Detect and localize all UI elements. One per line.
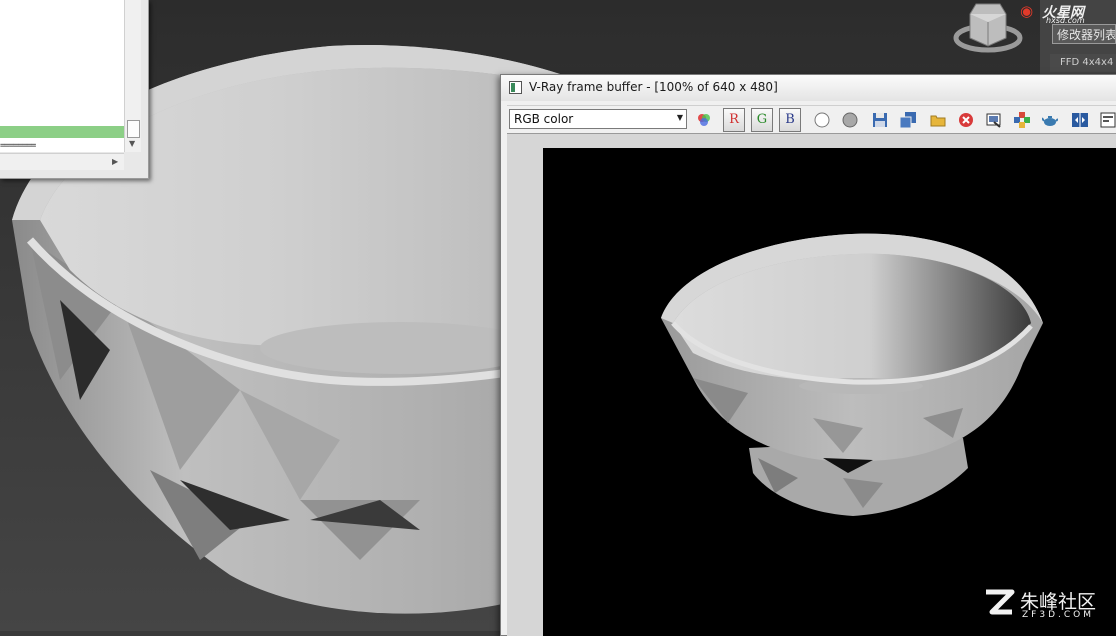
zf3d-url: ZF3D.COM <box>1022 610 1094 620</box>
load-image-icon[interactable] <box>927 109 949 131</box>
modifier-list-dropdown[interactable]: 修改器列表 <box>1052 24 1116 44</box>
script-listener-window: ======== ▼ ▶ <box>0 0 149 179</box>
scrollbar-thumb[interactable] <box>127 120 140 138</box>
channel-select[interactable]: RGB color ▼ <box>509 109 687 129</box>
vfb-title: V-Ray frame buffer - [100% of 640 x 480] <box>529 80 778 94</box>
listener-highlight-line <box>0 126 124 138</box>
viewcube-icon[interactable] <box>950 0 1026 60</box>
green-channel-button[interactable]: G <box>751 108 773 132</box>
vertical-scrollbar[interactable]: ▼ <box>124 0 141 152</box>
red-channel-button[interactable]: R <box>723 108 745 132</box>
rendered-image[interactable] <box>543 148 1116 636</box>
white-circle-icon[interactable] <box>811 109 833 131</box>
vfb-window-icon <box>509 81 522 94</box>
scroll-right-arrow-icon[interactable]: ▶ <box>112 157 118 166</box>
teapot-render-icon[interactable] <box>1039 109 1061 131</box>
track-mouse-icon[interactable] <box>1011 109 1033 131</box>
info-icon[interactable] <box>1097 109 1116 131</box>
horizontal-scrollbar[interactable]: ▶ <box>0 153 124 170</box>
clear-image-icon[interactable] <box>955 109 977 131</box>
hxsd-watermark: ◉ 火星网 hxsd.com <box>1016 0 1116 26</box>
chevron-down-icon: ▼ <box>676 113 683 122</box>
vfb-toolbar: RGB color ▼ R G B <box>507 105 1116 132</box>
zf3d-watermark: 朱峰社区 ZF3D.COM <box>980 584 1110 624</box>
save-all-icon[interactable] <box>897 109 919 131</box>
channel-select-value: RGB color <box>514 112 574 126</box>
copy-to-max-icon[interactable] <box>983 109 1005 131</box>
hxsd-logo-icon: ◉ <box>1020 2 1034 20</box>
scroll-down-arrow-icon[interactable]: ▼ <box>129 139 135 148</box>
vfb-display-area <box>507 133 1116 636</box>
save-image-icon[interactable] <box>869 109 891 131</box>
zf3d-logo-icon <box>986 589 1015 615</box>
vray-frame-buffer-window: V-Ray frame buffer - [100% of 640 x 480]… <box>500 74 1116 636</box>
show-corrections-icon[interactable] <box>693 109 715 131</box>
hxsd-url: hxsd.com <box>1046 16 1085 25</box>
blue-channel-button[interactable]: B <box>779 108 801 132</box>
vfb-title-bar[interactable]: V-Ray frame buffer - [100% of 640 x 480] <box>501 75 1116 101</box>
listener-output-text: ======== <box>0 141 36 151</box>
bowl-render <box>543 148 1116 636</box>
gray-circle-icon[interactable] <box>839 109 861 131</box>
modifier-stack-item-ffd[interactable]: FFD 4x4x4 <box>1050 54 1116 72</box>
compare-ab-icon[interactable] <box>1069 109 1091 131</box>
